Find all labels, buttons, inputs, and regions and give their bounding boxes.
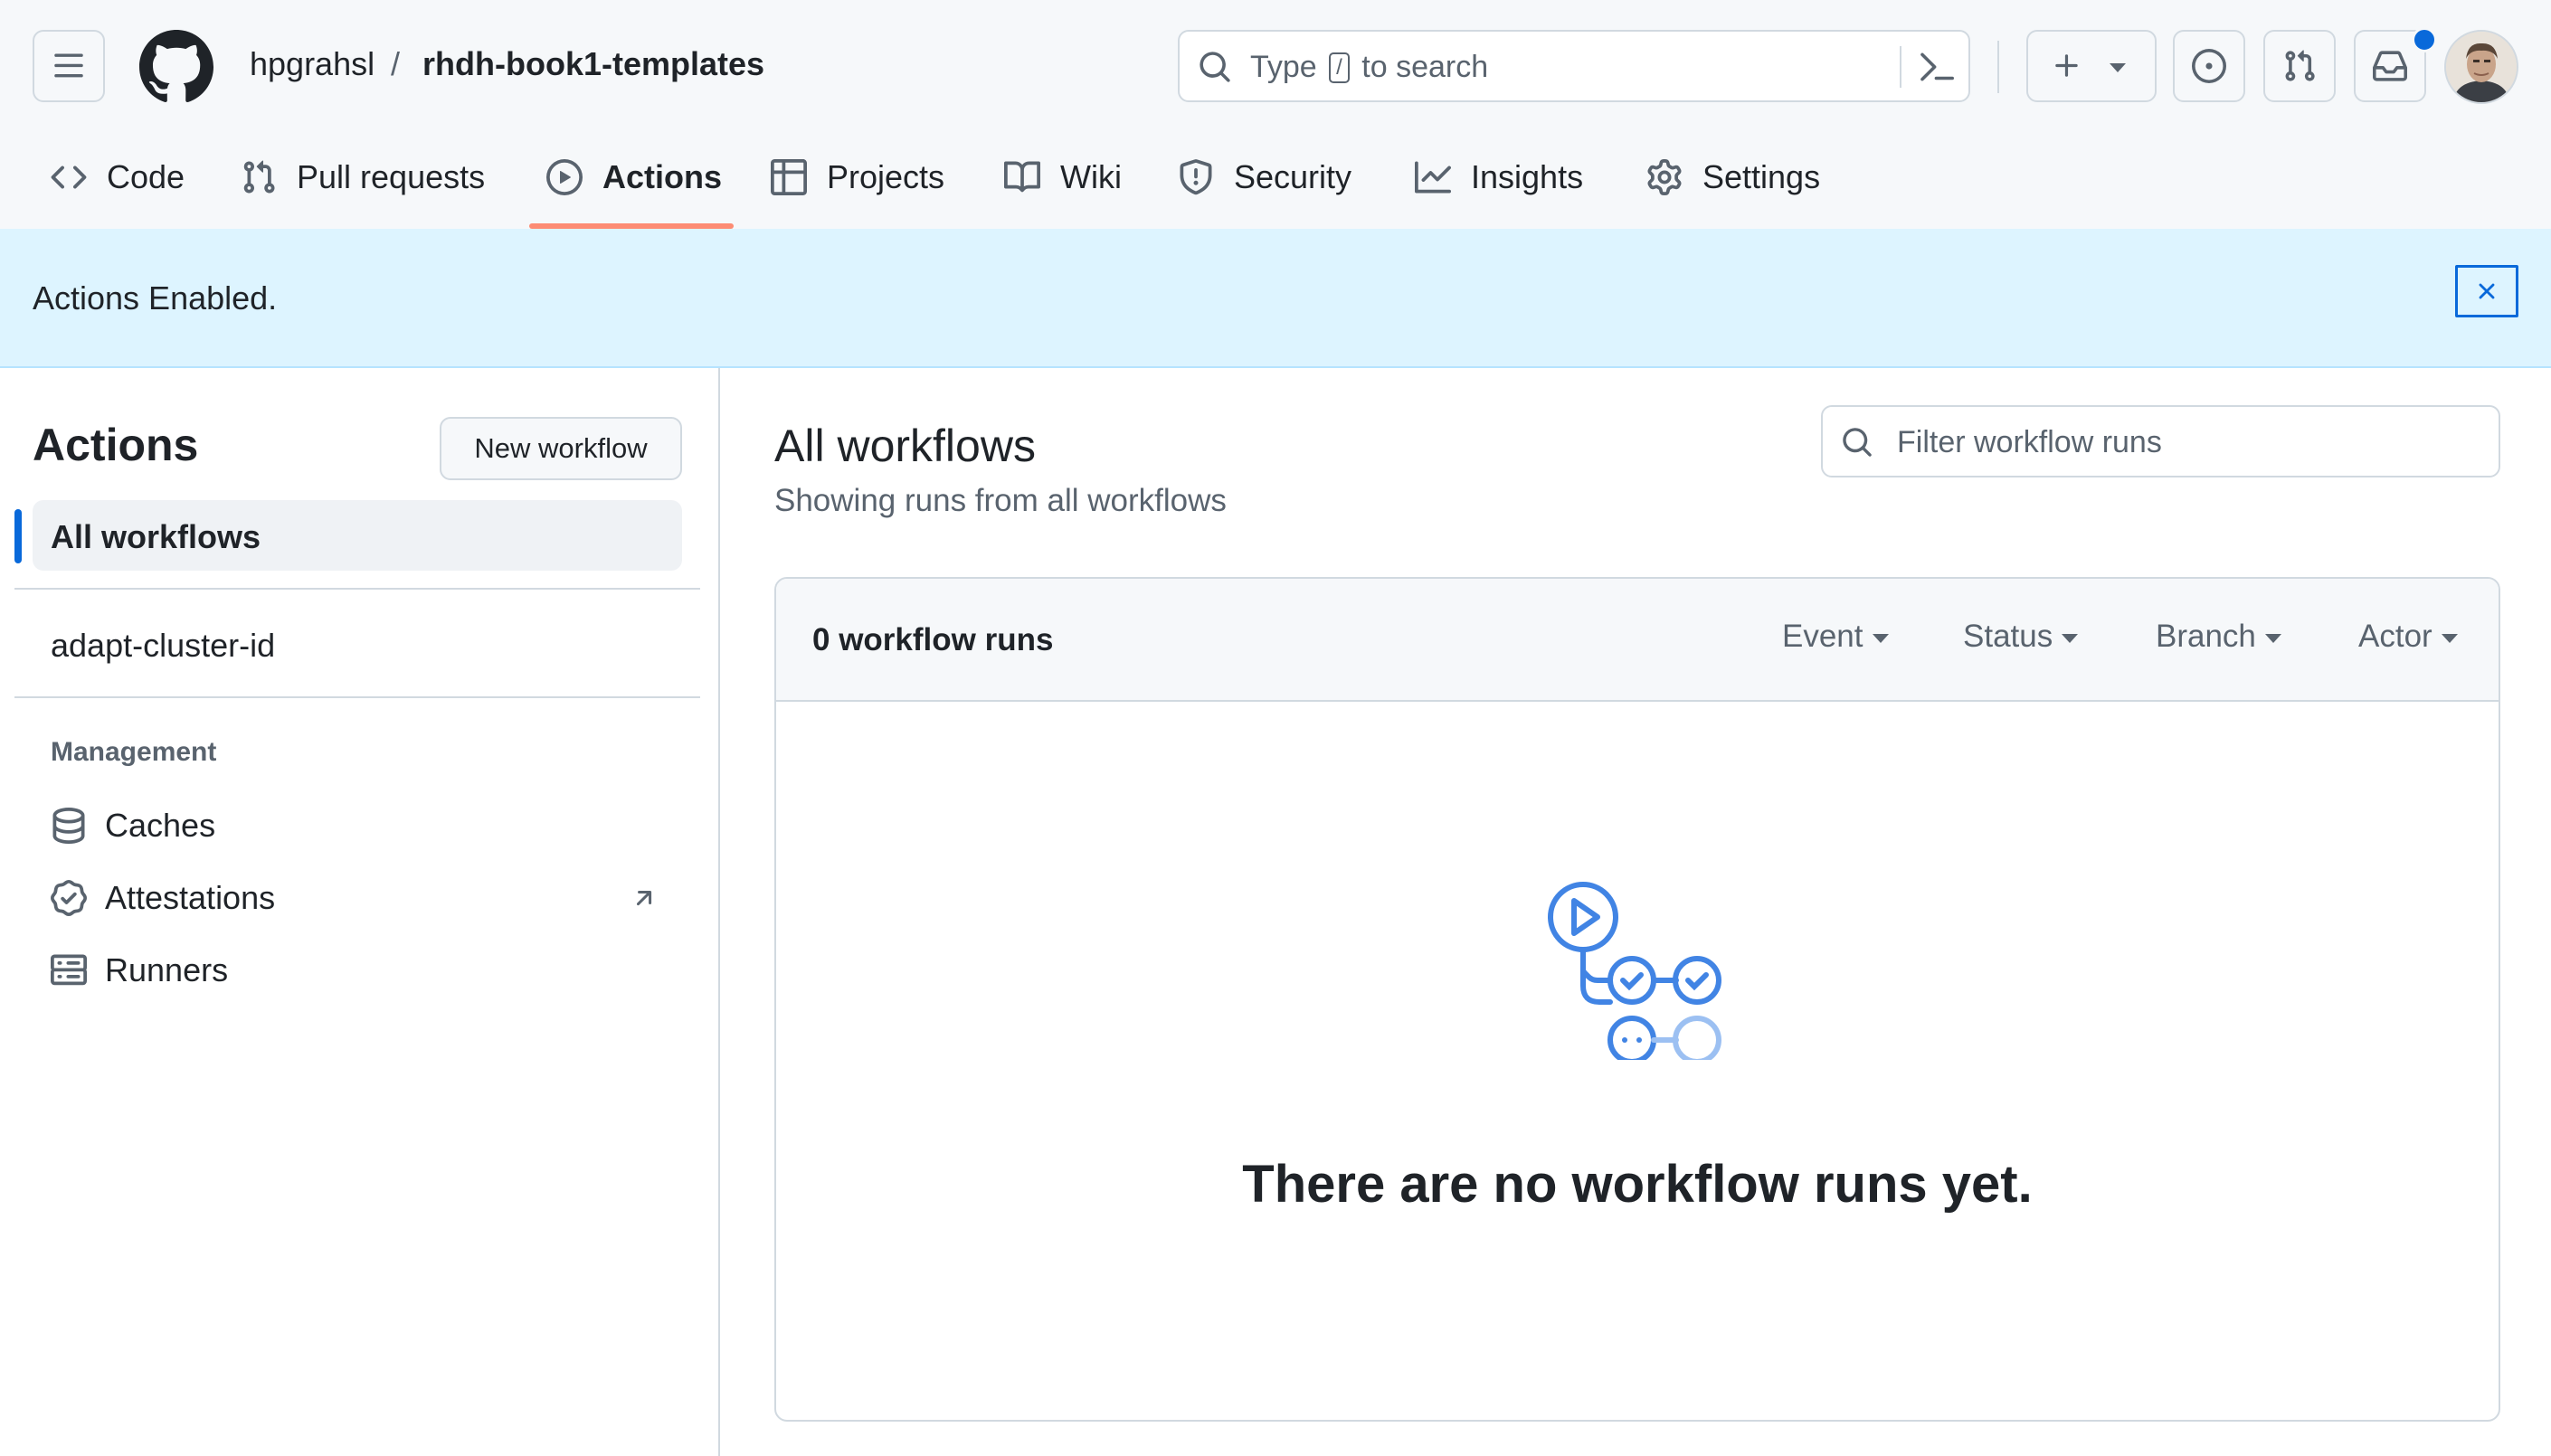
flash-message: Actions Enabled.: [33, 279, 278, 317]
sidebar-item-runners[interactable]: Runners: [51, 948, 228, 993]
external-link-arrow-icon: [636, 891, 652, 906]
tab-code-label: Code: [107, 158, 185, 195]
graph-icon: [1415, 161, 1451, 194]
tab-security-label: Security: [1234, 158, 1352, 195]
dismiss-flash-button[interactable]: [2455, 265, 2518, 317]
event-filter-dropdown[interactable]: Event: [1782, 619, 1889, 655]
flash-banner: Actions Enabled.: [0, 229, 2551, 368]
tab-wiki-label: Wiki: [1060, 158, 1122, 195]
tab-pull-requests[interactable]: Pull requests: [241, 154, 485, 201]
avatar[interactable]: [2444, 30, 2518, 104]
code-icon: [51, 165, 87, 189]
repo-owner-link[interactable]: hpgrahsl: [250, 45, 375, 83]
pull-requests-button[interactable]: [2263, 30, 2336, 102]
search-icon: [1843, 428, 1872, 457]
sidebar-item-caches[interactable]: Caches: [51, 803, 215, 848]
new-workflow-button[interactable]: New workflow: [440, 417, 682, 480]
tab-insights[interactable]: Insights: [1415, 154, 1583, 201]
tab-settings-label: Settings: [1702, 158, 1821, 195]
actor-filter-dropdown[interactable]: Actor: [2358, 619, 2458, 655]
server-icon: [51, 954, 87, 986]
caret-down-icon: [1872, 634, 1889, 643]
sidebar-item-adapt-cluster-id[interactable]: adapt-cluster-id: [51, 627, 275, 665]
issue-opened-icon: [2192, 49, 2226, 83]
tab-actions-label: Actions: [602, 158, 723, 195]
gear-icon: [1647, 159, 1682, 195]
chevron-down-icon: [2110, 63, 2126, 72]
search-icon: [1200, 52, 1230, 82]
global-search-input[interactable]: Type / to search: [1178, 30, 1970, 102]
workflow-empty-state-icon: [1545, 879, 1735, 1060]
tab-actions[interactable]: Actions: [546, 154, 722, 201]
database-icon: [52, 808, 85, 844]
page-title: All workflows: [774, 421, 1036, 471]
play-icon: [546, 159, 583, 195]
slash-key-hint: /: [1329, 52, 1350, 83]
tab-wiki[interactable]: Wiki: [1004, 154, 1122, 201]
plus-icon: [2055, 54, 2078, 77]
selected-indicator: [14, 509, 22, 563]
caret-down-icon: [2441, 634, 2458, 643]
sidebar-item-attestations-label: Attestations: [105, 879, 276, 916]
tab-pull-requests-label: Pull requests: [297, 158, 486, 195]
tab-security[interactable]: Security: [1178, 154, 1351, 201]
filter-workflow-runs-input[interactable]: Filter workflow runs: [1821, 405, 2500, 477]
search-placeholder: Type / to search: [1250, 50, 1489, 84]
table-icon: [771, 159, 807, 195]
actions-sidebar: Actions New workflow All workflows adapt…: [0, 368, 720, 1456]
github-logo-icon[interactable]: [139, 30, 213, 104]
empty-state-message: There are no workflow runs yet.: [1242, 1155, 2033, 1214]
shield-icon: [1180, 159, 1212, 195]
book-icon: [1004, 161, 1040, 193]
branch-filter-dropdown[interactable]: Branch: [2156, 619, 2281, 655]
caret-down-icon: [2062, 634, 2079, 643]
git-pull-request-icon: [2285, 50, 2315, 81]
sidebar-item-caches-label: Caches: [105, 807, 216, 844]
repo-name-link[interactable]: rhdh-book1-templates: [422, 45, 764, 83]
workflow-runs-box: 0 workflow runs Event Status Branch Acto…: [774, 577, 2500, 1422]
caret-down-icon: [2264, 634, 2281, 643]
hamburger-icon: [54, 53, 83, 78]
page-subtitle: Showing runs from all workflows: [774, 483, 1227, 518]
tab-projects-label: Projects: [827, 158, 945, 195]
issues-button[interactable]: [2173, 30, 2245, 102]
sidebar-title: Actions: [33, 420, 199, 470]
sidebar-item-all-workflows-label: All workflows: [51, 518, 261, 555]
workflow-runs-header: 0 workflow runs Event Status Branch Acto…: [776, 579, 2499, 702]
inbox-icon: [2373, 51, 2407, 81]
global-menu-button[interactable]: [33, 30, 105, 102]
management-heading: Management: [51, 737, 217, 767]
workflow-runs-count: 0 workflow runs: [812, 622, 1054, 657]
app-header: hpgrahsl / rhdh-book1-templates Type / t…: [0, 0, 2551, 231]
close-icon: [2479, 283, 2495, 299]
tab-projects[interactable]: Projects: [771, 154, 944, 201]
command-palette-icon[interactable]: [1920, 50, 1954, 84]
tab-insights-label: Insights: [1471, 158, 1584, 195]
tab-code[interactable]: Code: [51, 154, 185, 201]
tab-settings[interactable]: Settings: [1646, 154, 1820, 201]
sidebar-item-attestations[interactable]: Attestations: [51, 875, 275, 921]
create-new-button[interactable]: [2026, 30, 2157, 102]
filter-placeholder: Filter workflow runs: [1897, 425, 2162, 459]
sidebar-item-runners-label: Runners: [105, 951, 229, 988]
git-pull-request-icon: [243, 160, 275, 194]
verified-icon: [51, 880, 87, 916]
unread-indicator: [2412, 27, 2437, 52]
breadcrumb-separator: /: [391, 45, 401, 82]
status-filter-dropdown[interactable]: Status: [1963, 619, 2079, 655]
